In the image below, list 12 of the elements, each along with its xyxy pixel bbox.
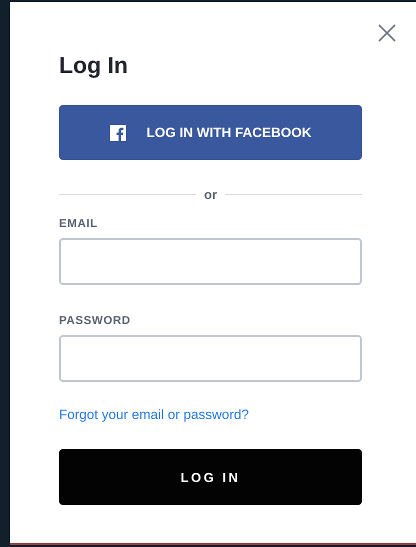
dialog-title: Log In xyxy=(59,51,129,80)
login-button[interactable]: LOG IN xyxy=(59,449,362,505)
forgot-password-link[interactable]: Forgot your email or password? xyxy=(59,407,249,422)
facebook-login-button[interactable]: LOG IN WITH FACEBOOK xyxy=(59,105,362,160)
divider-label: or xyxy=(204,187,217,202)
input-field[interactable] xyxy=(59,238,362,285)
close-button[interactable] xyxy=(378,24,396,42)
facebook-icon xyxy=(110,124,126,140)
field-label: PASSWORD xyxy=(59,315,132,327)
close-icon xyxy=(378,24,396,42)
field-label: EMAIL xyxy=(59,218,99,230)
input-field[interactable] xyxy=(59,335,362,382)
